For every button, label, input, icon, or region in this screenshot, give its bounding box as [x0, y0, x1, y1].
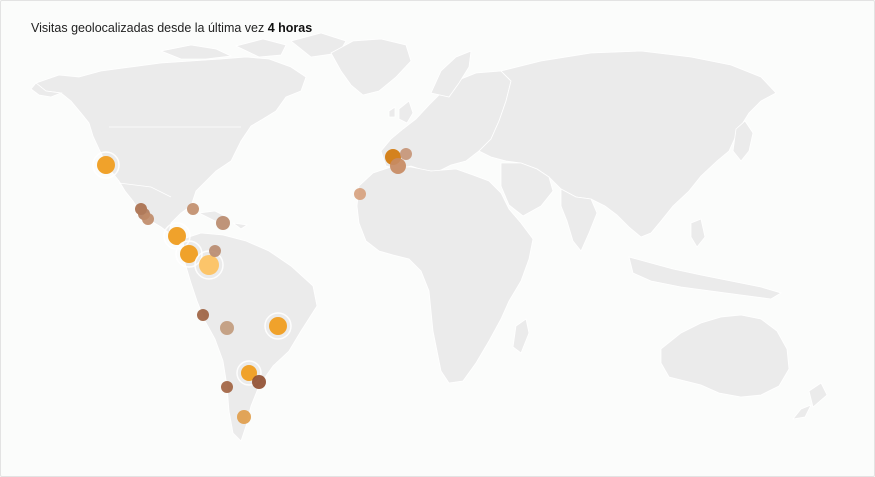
- visit-marker[interactable]: [237, 410, 251, 424]
- visit-marker[interactable]: [142, 213, 154, 225]
- philippines: [690, 218, 706, 248]
- north-america: [35, 56, 307, 234]
- madagascar: [512, 318, 530, 354]
- visit-marker[interactable]: [269, 317, 287, 335]
- visit-marker[interactable]: [390, 158, 406, 174]
- arctic-islands: [159, 32, 347, 60]
- visit-marker[interactable]: [187, 203, 199, 215]
- visit-marker[interactable]: [216, 216, 230, 230]
- visit-marker[interactable]: [252, 375, 266, 389]
- visit-marker[interactable]: [97, 156, 115, 174]
- visit-marker[interactable]: [220, 321, 234, 335]
- visit-marker[interactable]: [221, 381, 233, 393]
- visit-marker[interactable]: [197, 309, 209, 321]
- australia: [660, 314, 790, 398]
- geo-visits-card: Visitas geolocalizadas desde la última v…: [0, 0, 875, 477]
- british-isles: [388, 100, 414, 124]
- visit-marker[interactable]: [354, 188, 366, 200]
- visit-marker[interactable]: [400, 148, 412, 160]
- visit-marker[interactable]: [199, 255, 219, 275]
- greenland: [330, 38, 412, 96]
- indonesia: [628, 256, 782, 300]
- new-zealand: [792, 382, 828, 420]
- world-map: [30, 32, 828, 442]
- visit-marker[interactable]: [209, 245, 221, 257]
